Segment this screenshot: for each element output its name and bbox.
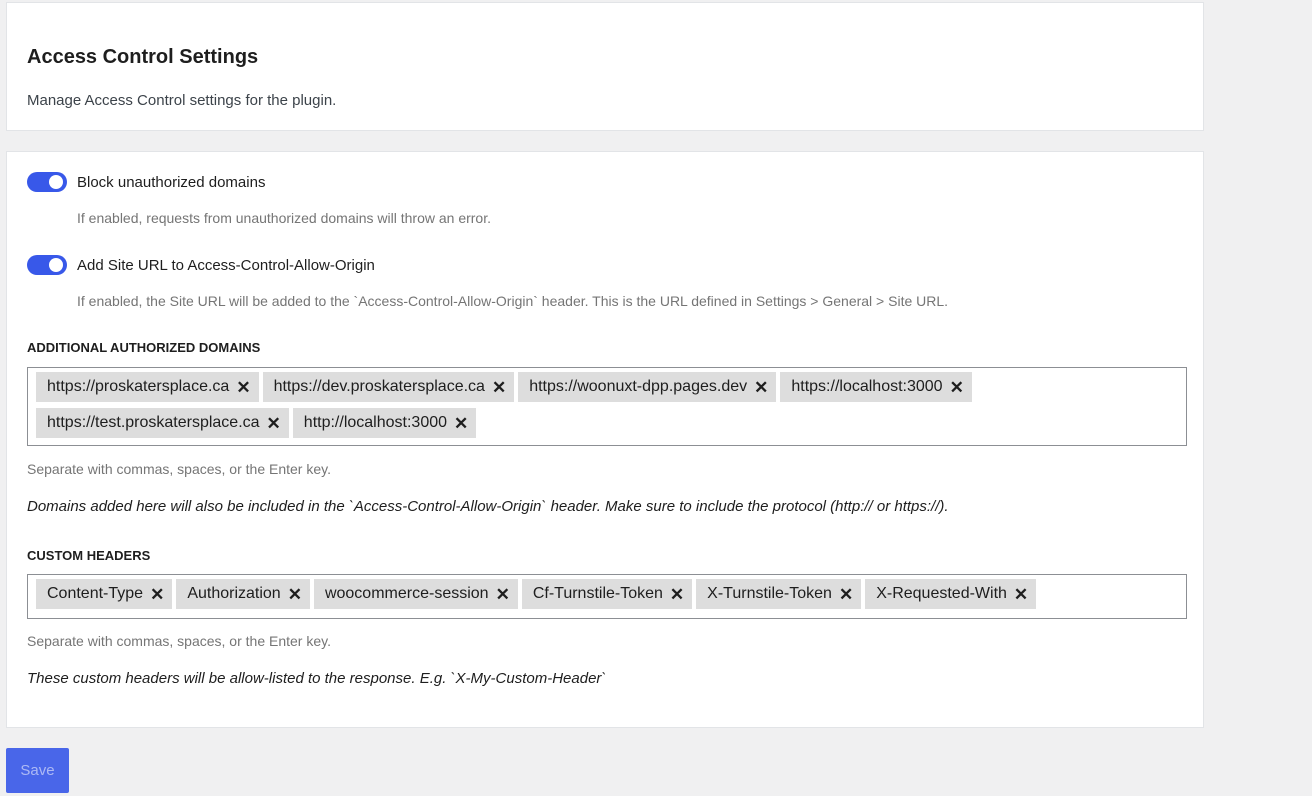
remove-token-icon[interactable]: ✕ <box>454 415 468 432</box>
add-site-url-label: Add Site URL to Access-Control-Allow-Ori… <box>77 256 375 274</box>
page-title: Access Control Settings <box>27 46 259 68</box>
headers-separator-help: Separate with commas, spaces, or the Ent… <box>27 633 331 649</box>
token-label: https://localhost:3000 <box>791 378 943 395</box>
token-label: https://woonuxt-dpp.pages.dev <box>529 378 748 395</box>
block-unauthorized-row: Block unauthorized domains <box>27 172 265 192</box>
remove-token-icon[interactable]: ✕ <box>492 379 506 396</box>
token-label: Cf-Turnstile-Token <box>532 585 663 602</box>
remove-token-icon[interactable]: ✕ <box>1014 586 1028 603</box>
domain-token: http://localhost:3000 ✕ <box>292 408 477 438</box>
header-token: X-Requested-With ✕ <box>865 579 1037 609</box>
add-site-url-help: If enabled, the Site URL will be added t… <box>77 293 949 309</box>
remove-token-icon[interactable]: ✕ <box>950 379 964 396</box>
remove-token-icon[interactable]: ✕ <box>839 586 853 603</box>
headers-input[interactable] <box>1040 579 1180 611</box>
block-unauthorized-help: If enabled, requests from unauthorized d… <box>77 210 491 226</box>
domain-token: https://dev.proskatersplace.ca ✕ <box>262 372 515 402</box>
domain-token: https://proskatersplace.ca ✕ <box>36 372 259 402</box>
block-unauthorized-toggle[interactable] <box>27 172 67 192</box>
domains-note: Domains added here will also be included… <box>27 498 949 515</box>
token-label: Content-Type <box>47 585 144 602</box>
header-token: Cf-Turnstile-Token ✕ <box>521 579 693 609</box>
domain-token: https://woonuxt-dpp.pages.dev ✕ <box>518 372 777 402</box>
domain-token: https://localhost:3000 ✕ <box>780 372 972 402</box>
toggle-knob <box>49 258 63 272</box>
remove-token-icon[interactable]: ✕ <box>496 586 510 603</box>
token-label: https://proskatersplace.ca <box>47 378 230 395</box>
token-label: https://test.proskatersplace.ca <box>47 414 260 431</box>
add-site-url-row: Add Site URL to Access-Control-Allow-Ori… <box>27 255 375 275</box>
token-label: X-Requested-With <box>876 585 1007 602</box>
toggle-knob <box>49 175 63 189</box>
headers-token-field[interactable]: Content-Type ✕ Authorization ✕ woocommerce… <box>27 574 1187 619</box>
domains-token-field[interactable]: https://proskatersplace.ca ✕ https://dev.… <box>27 367 1187 446</box>
remove-token-icon[interactable]: ✕ <box>288 586 302 603</box>
token-label: https://dev.proskatersplace.ca <box>273 378 485 395</box>
remove-token-icon[interactable]: ✕ <box>150 586 164 603</box>
token-label: X-Turnstile-Token <box>707 585 832 602</box>
remove-token-icon[interactable]: ✕ <box>236 379 250 396</box>
header-token: Content-Type ✕ <box>36 579 173 609</box>
block-unauthorized-label: Block unauthorized domains <box>77 173 266 191</box>
settings-header-panel: Access Control Settings Manage Access Co… <box>6 2 1204 131</box>
remove-token-icon[interactable]: ✕ <box>267 415 281 432</box>
remove-token-icon[interactable]: ✕ <box>754 379 768 396</box>
add-site-url-toggle[interactable] <box>27 255 67 275</box>
header-token: Authorization ✕ <box>176 579 310 609</box>
header-token: X-Turnstile-Token ✕ <box>696 579 862 609</box>
domains-input[interactable] <box>480 408 1180 440</box>
page-description: Manage Access Control settings for the p… <box>27 92 337 109</box>
domains-separator-help: Separate with commas, spaces, or the Ent… <box>27 461 331 477</box>
domains-section-label: ADDITIONAL AUTHORIZED DOMAINS <box>27 340 261 355</box>
settings-body-panel: Block unauthorized domains If enabled, r… <box>6 151 1204 728</box>
remove-token-icon[interactable]: ✕ <box>670 586 684 603</box>
token-label: Authorization <box>187 585 281 602</box>
headers-section-label: CUSTOM HEADERS <box>27 548 151 563</box>
header-token: woocommerce-session ✕ <box>313 579 518 609</box>
token-label: http://localhost:3000 <box>303 414 448 431</box>
save-button[interactable]: Save <box>6 748 69 793</box>
headers-note: These custom headers will be allow-liste… <box>27 670 607 687</box>
token-label: woocommerce-session <box>324 585 489 602</box>
domain-token: https://test.proskatersplace.ca ✕ <box>36 408 289 438</box>
